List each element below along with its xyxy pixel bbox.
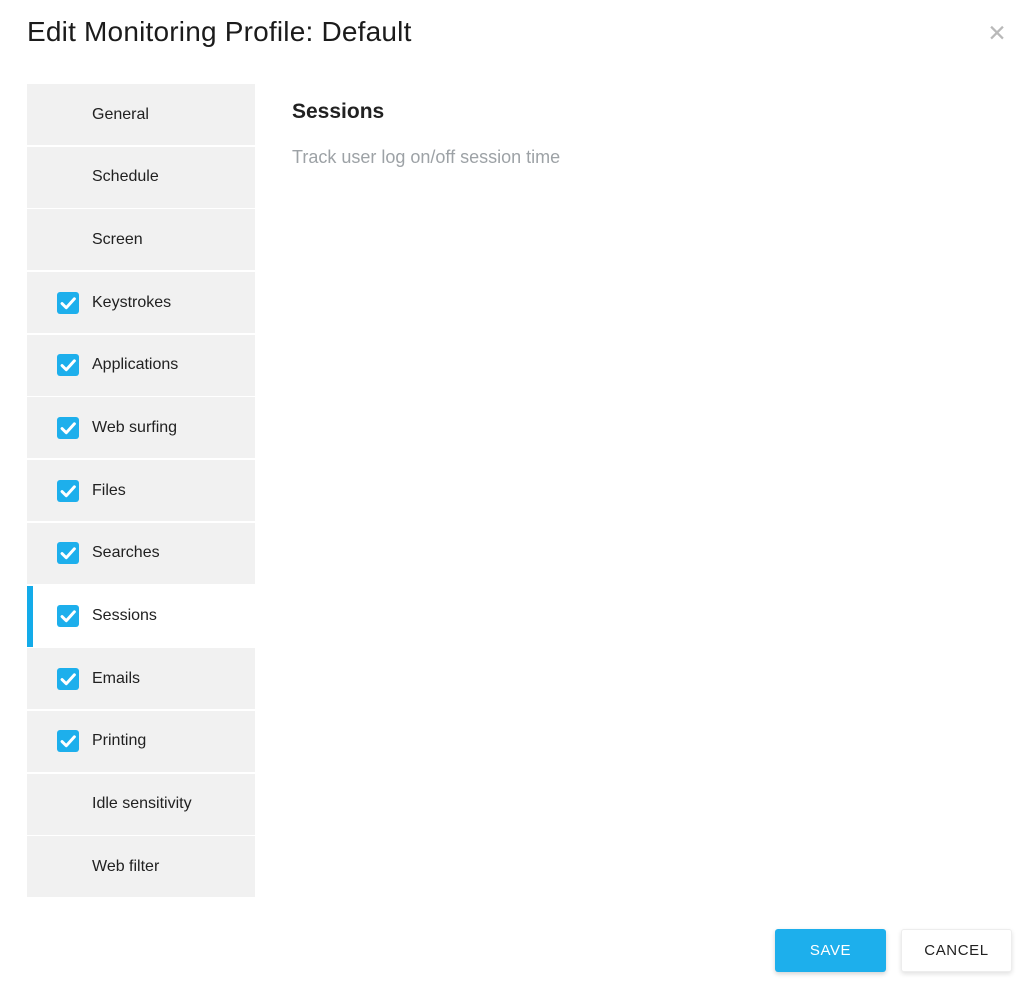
sidebar-item-label: Emails bbox=[92, 670, 140, 688]
sidebar-item-schedule[interactable]: Schedule bbox=[27, 147, 255, 208]
sidebar-item-printing[interactable]: Printing bbox=[27, 711, 255, 772]
checkbox-keystrokes[interactable] bbox=[57, 292, 79, 314]
cancel-button[interactable]: CANCEL bbox=[901, 929, 1012, 972]
section-heading: Sessions bbox=[292, 100, 384, 124]
sidebar-item-label: Screen bbox=[92, 231, 143, 249]
sidebar-item-label: Applications bbox=[92, 356, 178, 374]
check-icon bbox=[57, 292, 79, 314]
sidebar-item-keystrokes[interactable]: Keystrokes bbox=[27, 272, 255, 333]
sidebar-item-web-filter[interactable]: Web filter bbox=[27, 836, 255, 897]
checkbox-sessions[interactable] bbox=[57, 605, 79, 627]
sidebar-item-label: Keystrokes bbox=[92, 294, 171, 312]
checkbox-searches[interactable] bbox=[57, 542, 79, 564]
sidebar-item-general[interactable]: General bbox=[27, 84, 255, 145]
sidebar-item-web-surfing[interactable]: Web surfing bbox=[27, 397, 255, 458]
check-icon bbox=[57, 354, 79, 376]
section-description: Track user log on/off session time bbox=[292, 147, 560, 168]
check-icon bbox=[57, 417, 79, 439]
checkbox-files[interactable] bbox=[57, 480, 79, 502]
save-button[interactable]: SAVE bbox=[775, 929, 886, 972]
sidebar-item-sessions[interactable]: Sessions bbox=[27, 586, 255, 647]
checkbox-emails[interactable] bbox=[57, 668, 79, 690]
sidebar-item-idle-sensitivity[interactable]: Idle sensitivity bbox=[27, 774, 255, 835]
sidebar-item-label: Sessions bbox=[92, 607, 157, 625]
check-icon bbox=[57, 668, 79, 690]
check-icon bbox=[57, 480, 79, 502]
sidebar-item-searches[interactable]: Searches bbox=[27, 523, 255, 584]
edit-monitoring-profile-dialog: Edit Monitoring Profile: Default ✕ Gener… bbox=[0, 0, 1034, 992]
sidebar-item-label: Web filter bbox=[92, 858, 159, 876]
sidebar-item-label: Files bbox=[92, 482, 126, 500]
close-icon[interactable]: ✕ bbox=[984, 20, 1010, 46]
sidebar-item-applications[interactable]: Applications bbox=[27, 335, 255, 396]
checkbox-printing[interactable] bbox=[57, 730, 79, 752]
dialog-title: Edit Monitoring Profile: Default bbox=[27, 16, 412, 48]
sidebar-item-label: Printing bbox=[92, 732, 146, 750]
sidebar-item-screen[interactable]: Screen bbox=[27, 209, 255, 270]
sidebar-item-label: Web surfing bbox=[92, 419, 177, 437]
sidebar-item-emails[interactable]: Emails bbox=[27, 648, 255, 709]
sidebar-item-label: Idle sensitivity bbox=[92, 795, 192, 813]
check-icon bbox=[57, 542, 79, 564]
sidebar-item-files[interactable]: Files bbox=[27, 460, 255, 521]
sidebar-item-label: Searches bbox=[92, 544, 160, 562]
check-icon bbox=[57, 605, 79, 627]
checkbox-web-surfing[interactable] bbox=[57, 417, 79, 439]
sidebar: General Schedule Screen Keystrokes Applicati… bbox=[27, 84, 255, 899]
sidebar-item-label: Schedule bbox=[92, 168, 159, 186]
checkbox-applications[interactable] bbox=[57, 354, 79, 376]
check-icon bbox=[57, 730, 79, 752]
sidebar-item-label: General bbox=[92, 106, 149, 124]
